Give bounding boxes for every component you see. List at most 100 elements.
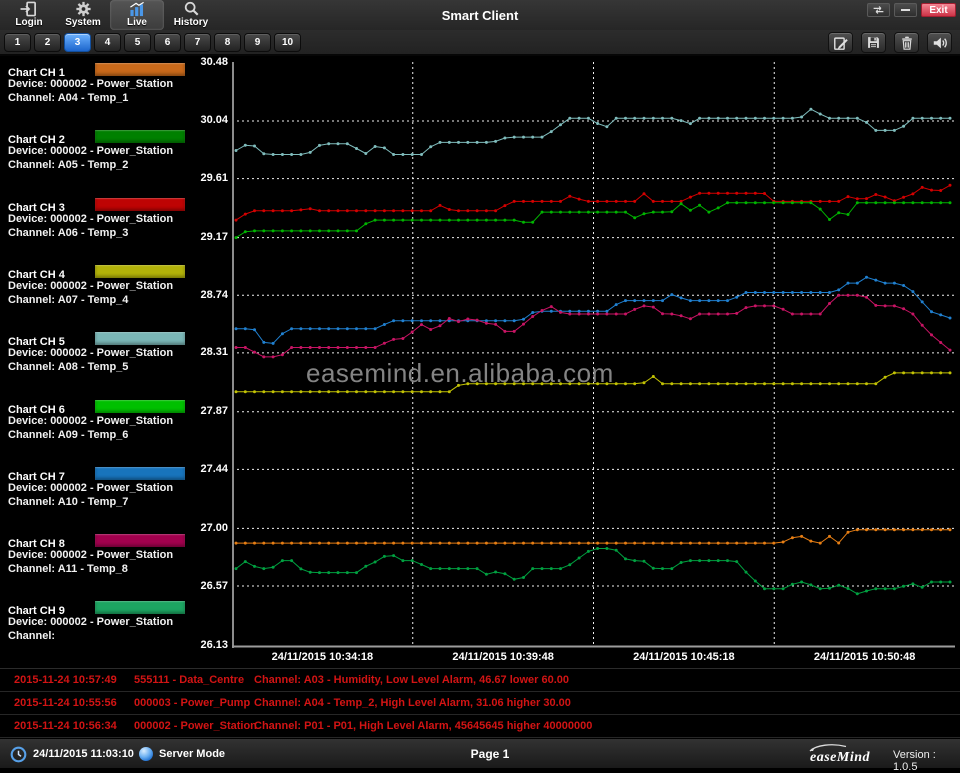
save-button[interactable] <box>861 32 886 53</box>
status-bar: 24/11/2015 11:03:10 Server Mode Page 1 e… <box>0 738 960 768</box>
channel-name: Chart CH 9 <box>8 605 65 617</box>
nav-system-button[interactable]: System <box>56 0 110 30</box>
channel-title-row: Chart CH 2 <box>8 130 230 144</box>
status-time: 24/11/2015 11:03:10 <box>33 748 134 760</box>
page-tab-10[interactable]: 10 <box>274 33 301 52</box>
alarm-message: Channel: A03 - Humidity, Low Level Alarm… <box>254 674 960 686</box>
channel-block-3[interactable]: Chart CH 3Device: 000002 - Power_Station… <box>8 198 230 258</box>
channel-color-bar <box>95 467 185 480</box>
y-tick-30.04: 30.04 <box>192 114 228 126</box>
minimize-button[interactable] <box>894 3 917 17</box>
channel-device: Device: 000002 - Power_Station <box>8 615 230 629</box>
channel-name: Chart CH 1 <box>8 67 65 79</box>
speaker-icon <box>932 35 948 51</box>
trend-chart <box>232 62 955 648</box>
nav-live-button[interactable]: Live <box>110 0 164 30</box>
channel-title-row: Chart CH 8 <box>8 534 230 548</box>
alarm-row-3[interactable]: 2015-11-24 10:56:34000002 - Power_Statio… <box>0 715 960 738</box>
y-tick-30.48: 30.48 <box>192 56 228 68</box>
page-tab-2[interactable]: 2 <box>34 33 61 52</box>
page-tab-8[interactable]: 8 <box>214 33 241 52</box>
alarm-row-1[interactable]: 2015-11-24 10:57:49555111 - Data_CentreC… <box>0 669 960 692</box>
brand-logo: easeMind <box>806 743 890 767</box>
channel-name: Chart CH 4 <box>8 269 65 281</box>
channel-color-bar <box>95 130 185 143</box>
edit-icon <box>833 35 849 51</box>
page-tab-6[interactable]: 6 <box>154 33 181 52</box>
channel-device: Device: 000002 - Power_Station <box>8 144 230 158</box>
x-tick-4: 24/11/2015 10:50:48 <box>795 651 935 663</box>
main-nav: Login System Live <box>2 0 218 30</box>
alarm-time: 2015-11-24 10:57:49 <box>0 674 134 686</box>
channel-color-bar <box>95 265 185 278</box>
login-icon <box>19 1 39 17</box>
minimize-icon <box>901 9 910 11</box>
nav-live-label: Live <box>127 17 147 29</box>
channel-signal: Channel: A08 - Temp_5 <box>8 360 230 374</box>
y-tick-27.00: 27.00 <box>192 522 228 534</box>
server-mode-label: Server Mode <box>159 748 225 760</box>
channel-title-row: Chart CH 3 <box>8 198 230 212</box>
exit-button[interactable]: Exit <box>921 3 956 17</box>
page-tab-7[interactable]: 7 <box>184 33 211 52</box>
save-icon <box>866 35 881 50</box>
edit-button[interactable] <box>828 32 853 53</box>
channel-name: Chart CH 3 <box>8 202 65 214</box>
page-tab-3[interactable]: 3 <box>64 33 91 52</box>
channel-name: Chart CH 5 <box>8 336 65 348</box>
refresh-icon <box>872 5 885 15</box>
channel-title-row: Chart CH 5 <box>8 332 230 346</box>
channel-color-bar <box>95 63 185 76</box>
refresh-window-button[interactable] <box>867 3 890 17</box>
x-tick-1: 24/11/2015 10:34:18 <box>252 651 392 663</box>
alarm-list: 2015-11-24 10:57:49555111 - Data_CentreC… <box>0 668 960 738</box>
channel-device: Device: 000002 - Power_Station <box>8 77 230 91</box>
nav-login-label: Login <box>15 17 42 29</box>
alarm-row-2[interactable]: 2015-11-24 10:55:56000003 - Power_PumpCh… <box>0 692 960 715</box>
channel-signal: Channel: A11 - Temp_8 <box>8 562 230 576</box>
channel-title-row: Chart CH 4 <box>8 265 230 279</box>
chart-toolbar <box>828 32 952 53</box>
y-tick-29.61: 29.61 <box>192 172 228 184</box>
alarm-device: 000003 - Power_Pump <box>134 697 254 709</box>
nav-login-button[interactable]: Login <box>2 0 56 30</box>
alarm-device: 000002 - Power_Station <box>134 720 254 732</box>
delete-button[interactable] <box>894 32 919 53</box>
page-title: Smart Client <box>330 8 630 23</box>
alarm-message: Channel: P01 - P01, High Level Alarm, 45… <box>254 720 960 732</box>
page-tab-5[interactable]: 5 <box>124 33 151 52</box>
channel-color-bar <box>95 332 185 345</box>
alarm-time: 2015-11-24 10:56:34 <box>0 720 134 732</box>
channel-signal: Channel: A09 - Temp_6 <box>8 428 230 442</box>
page-tab-4[interactable]: 4 <box>94 33 121 52</box>
channel-color-bar <box>95 601 185 614</box>
channel-color-bar <box>95 534 185 547</box>
alarm-message: Channel: A04 - Temp_2, High Level Alarm,… <box>254 697 960 709</box>
y-tick-26.13: 26.13 <box>192 639 228 651</box>
y-tick-28.31: 28.31 <box>192 346 228 358</box>
gear-icon <box>75 1 92 17</box>
channel-device: Device: 000002 - Power_Station <box>8 548 230 562</box>
nav-history-label: History <box>174 17 208 29</box>
alarm-time: 2015-11-24 10:55:56 <box>0 697 134 709</box>
series-ch7 <box>235 276 952 345</box>
channel-title-row: Chart CH 9 <box>8 601 230 615</box>
chart-plot-area[interactable]: easemind.en.alibaba.com <box>232 62 955 648</box>
page-tab-9[interactable]: 9 <box>244 33 271 52</box>
audio-button[interactable] <box>927 32 952 53</box>
brand-name: easeMind <box>810 750 870 766</box>
nav-history-button[interactable]: History <box>164 0 218 30</box>
channel-signal: Channel: A10 - Temp_7 <box>8 495 230 509</box>
channel-block-7[interactable]: Chart CH 7Device: 000002 - Power_Station… <box>8 467 230 527</box>
version-label: Version : 1.0.5 <box>893 749 960 773</box>
page-indicator: Page 1 <box>420 747 560 761</box>
y-tick-27.87: 27.87 <box>192 405 228 417</box>
page-tab-1[interactable]: 1 <box>4 33 31 52</box>
x-tick-2: 24/11/2015 10:39:48 <box>433 651 573 663</box>
channel-block-9[interactable]: Chart CH 9Device: 000002 - Power_Station… <box>8 601 230 661</box>
channel-name: Chart CH 8 <box>8 538 65 550</box>
channel-signal: Channel: A05 - Temp_2 <box>8 158 230 172</box>
alarm-device: 555111 - Data_Centre <box>134 674 254 686</box>
channel-block-5[interactable]: Chart CH 5Device: 000002 - Power_Station… <box>8 332 230 392</box>
channel-color-bar <box>95 198 185 211</box>
